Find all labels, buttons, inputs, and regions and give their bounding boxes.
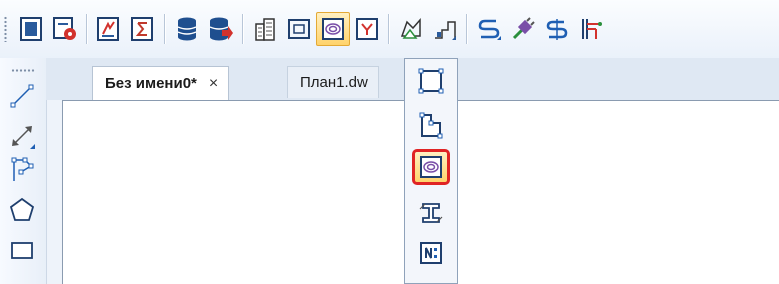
i-beam-section-icon[interactable] [412, 195, 450, 231]
room-outline-icon[interactable] [282, 12, 316, 46]
polyline-icon[interactable] [6, 154, 38, 186]
zone-flyout-menu [404, 58, 458, 284]
left-toolbar [0, 58, 47, 284]
stepped-room-icon[interactable] [412, 107, 450, 143]
numbered-room-icon[interactable] [412, 235, 450, 271]
column-beam-icon[interactable] [574, 12, 608, 46]
tab-plan1[interactable]: План1.dw [287, 66, 379, 98]
toolbar-separator [242, 14, 243, 44]
tab-close-button[interactable]: × [209, 75, 218, 93]
database-icon[interactable] [170, 12, 204, 46]
zone-icon[interactable] [316, 12, 350, 46]
tab-label: Без имени0* [105, 75, 197, 92]
main-toolbar [0, 0, 779, 58]
building-icon[interactable] [248, 12, 282, 46]
toolbar-grip[interactable] [4, 16, 7, 42]
area-label-icon[interactable] [394, 12, 428, 46]
stamp-icon[interactable] [428, 12, 462, 46]
pipe-s-icon[interactable] [472, 12, 506, 46]
opening-icon[interactable] [350, 12, 384, 46]
document-settings-icon[interactable] [48, 12, 82, 46]
toolbar-separator [388, 14, 389, 44]
rectangle-icon[interactable] [6, 234, 38, 266]
polygon-icon[interactable] [6, 194, 38, 226]
left-toolbar-grip[interactable] [11, 69, 35, 72]
dimension-arrow-icon[interactable] [6, 120, 38, 152]
zone-ellipse-icon[interactable] [412, 149, 450, 185]
text-edit-icon[interactable] [92, 12, 126, 46]
toolbar-separator [466, 14, 467, 44]
tab-label: План1.dw [300, 74, 368, 91]
toolbar-separator [164, 14, 165, 44]
toolbar-separator [86, 14, 87, 44]
tab-untitled[interactable]: Без имени0* × [92, 66, 230, 100]
rectangle-room-icon[interactable] [412, 63, 450, 99]
dollar-s-icon[interactable] [540, 12, 574, 46]
sigma-table-icon[interactable] [126, 12, 160, 46]
plug-icon[interactable] [506, 12, 540, 46]
app-window: Без имени0* × План1.dw [0, 0, 779, 284]
line-icon[interactable] [6, 80, 38, 112]
document-icon[interactable] [14, 12, 48, 46]
database-export-icon[interactable] [204, 12, 238, 46]
